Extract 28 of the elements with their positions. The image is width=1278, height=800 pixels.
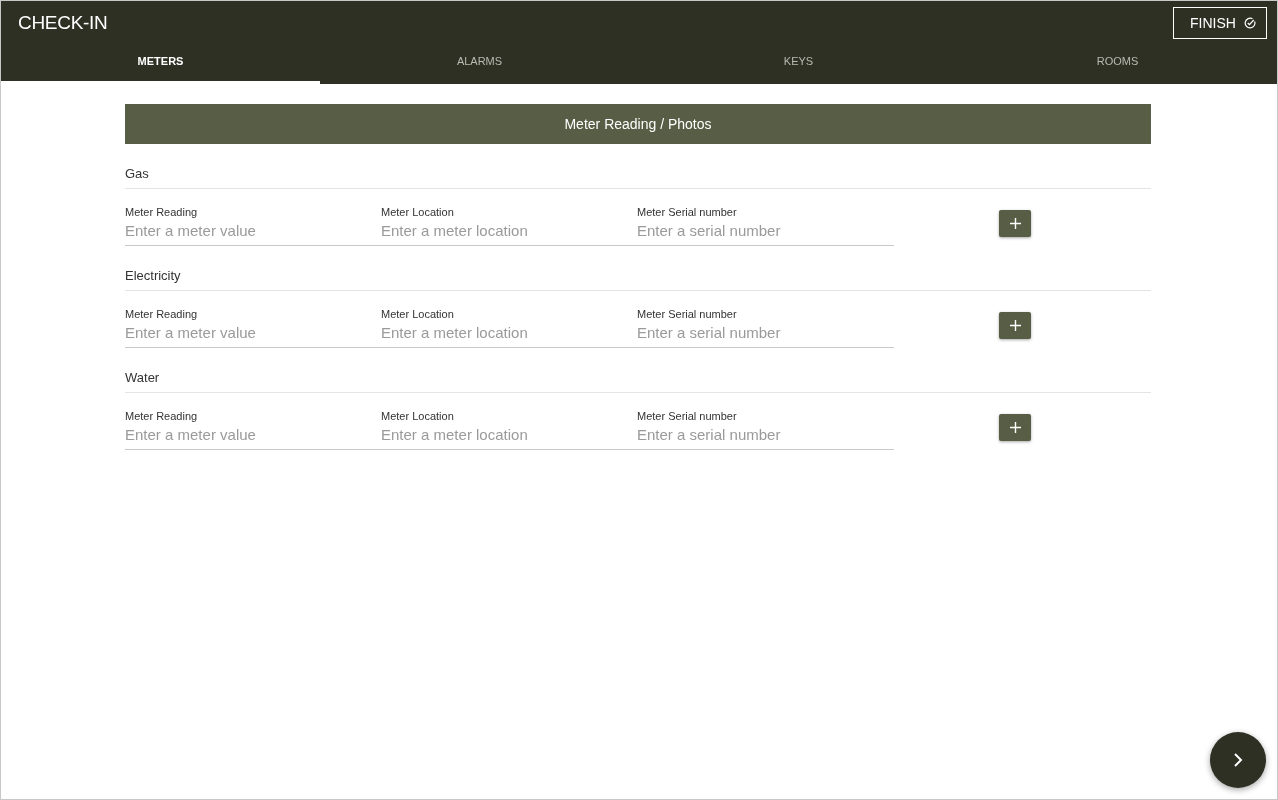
section-banner: Meter Reading / Photos bbox=[125, 104, 1151, 144]
chevron-right-icon bbox=[1233, 752, 1243, 768]
add-button[interactable] bbox=[999, 210, 1031, 237]
field-label: Meter Reading bbox=[125, 410, 199, 422]
field-label: Meter Reading bbox=[125, 206, 199, 218]
add-button[interactable] bbox=[999, 312, 1031, 339]
field-label: Meter Location bbox=[381, 410, 455, 422]
add-button[interactable] bbox=[999, 414, 1031, 441]
finish-button[interactable]: FINISH bbox=[1173, 7, 1267, 39]
field-label: Meter Location bbox=[381, 308, 455, 320]
tab[interactable]: ROOMS bbox=[958, 41, 1277, 84]
page-title: CHECK-IN bbox=[18, 12, 108, 34]
next-button[interactable] bbox=[1210, 732, 1266, 788]
field-label: Meter Serial number bbox=[637, 308, 738, 320]
meter-name: Electricity bbox=[125, 268, 1151, 291]
plus-icon bbox=[1009, 422, 1021, 433]
tab[interactable]: ALARMS bbox=[320, 41, 639, 84]
field-label: Meter Serial number bbox=[637, 410, 738, 422]
field-label: Meter Reading bbox=[125, 308, 199, 320]
plus-icon bbox=[1009, 218, 1021, 229]
field-label: Meter Serial number bbox=[637, 206, 738, 218]
meter-name: Water bbox=[125, 370, 1151, 393]
tab[interactable]: METERS bbox=[1, 41, 320, 84]
check-circle-icon bbox=[1243, 16, 1256, 30]
plus-icon bbox=[1009, 320, 1021, 331]
field-label: Meter Location bbox=[381, 206, 455, 218]
tab[interactable]: KEYS bbox=[639, 41, 958, 84]
meter-name: Gas bbox=[125, 166, 1151, 189]
